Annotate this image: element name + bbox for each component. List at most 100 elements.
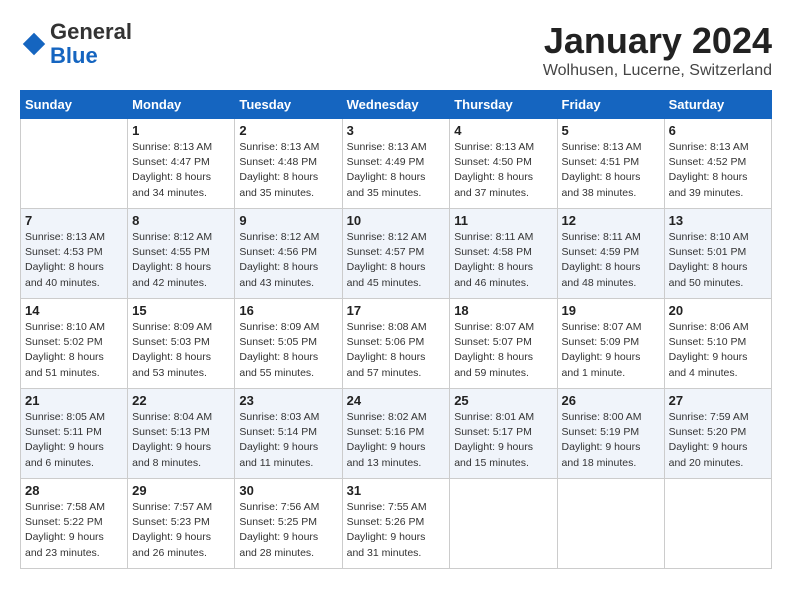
- day-number: 25: [454, 393, 552, 408]
- day-info: Sunrise: 8:13 AMSunset: 4:53 PMDaylight:…: [25, 230, 123, 291]
- day-info: Sunrise: 7:59 AMSunset: 5:20 PMDaylight:…: [669, 410, 767, 471]
- day-number: 2: [239, 123, 337, 138]
- day-number: 28: [25, 483, 123, 498]
- day-number: 6: [669, 123, 767, 138]
- day-info: Sunrise: 8:13 AMSunset: 4:49 PMDaylight:…: [347, 140, 446, 201]
- day-number: 17: [347, 303, 446, 318]
- weekday-header-wednesday: Wednesday: [342, 91, 450, 119]
- day-info: Sunrise: 8:09 AMSunset: 5:05 PMDaylight:…: [239, 320, 337, 381]
- calendar-day-cell: 9 Sunrise: 8:12 AMSunset: 4:56 PMDaylight…: [235, 209, 342, 299]
- day-number: 15: [132, 303, 230, 318]
- calendar-day-cell: 8 Sunrise: 8:12 AMSunset: 4:55 PMDaylight…: [128, 209, 235, 299]
- day-number: 21: [25, 393, 123, 408]
- day-number: 30: [239, 483, 337, 498]
- day-number: 24: [347, 393, 446, 408]
- day-number: 1: [132, 123, 230, 138]
- day-number: 23: [239, 393, 337, 408]
- day-info: Sunrise: 7:55 AMSunset: 5:26 PMDaylight:…: [347, 500, 446, 561]
- calendar-day-cell: [21, 119, 128, 209]
- day-number: 31: [347, 483, 446, 498]
- day-info: Sunrise: 8:05 AMSunset: 5:11 PMDaylight:…: [25, 410, 123, 471]
- day-number: 16: [239, 303, 337, 318]
- title-block: January 2024 Wolhusen, Lucerne, Switzerl…: [543, 20, 772, 80]
- day-info: Sunrise: 8:12 AMSunset: 4:56 PMDaylight:…: [239, 230, 337, 291]
- day-number: 12: [562, 213, 660, 228]
- weekday-header-saturday: Saturday: [664, 91, 771, 119]
- day-info: Sunrise: 8:13 AMSunset: 4:50 PMDaylight:…: [454, 140, 552, 201]
- day-info: Sunrise: 8:02 AMSunset: 5:16 PMDaylight:…: [347, 410, 446, 471]
- calendar-day-cell: 4 Sunrise: 8:13 AMSunset: 4:50 PMDaylight…: [450, 119, 557, 209]
- day-number: 5: [562, 123, 660, 138]
- calendar-day-cell: [450, 479, 557, 569]
- calendar-day-cell: 22Sunrise: 8:04 AMSunset: 5:13 PMDayligh…: [128, 389, 235, 479]
- logo-general: General: [50, 19, 132, 44]
- calendar-table: SundayMondayTuesdayWednesdayThursdayFrid…: [20, 90, 772, 569]
- weekday-header-tuesday: Tuesday: [235, 91, 342, 119]
- day-number: 13: [669, 213, 767, 228]
- day-info: Sunrise: 8:12 AMSunset: 4:55 PMDaylight:…: [132, 230, 230, 291]
- weekday-header-friday: Friday: [557, 91, 664, 119]
- day-info: Sunrise: 8:13 AMSunset: 4:52 PMDaylight:…: [669, 140, 767, 201]
- day-info: Sunrise: 8:10 AMSunset: 5:02 PMDaylight:…: [25, 320, 123, 381]
- calendar-day-cell: 1 Sunrise: 8:13 AMSunset: 4:47 PMDaylight…: [128, 119, 235, 209]
- calendar-day-cell: 15 Sunrise: 8:09 AMSunset: 5:03 PMDayligh…: [128, 299, 235, 389]
- day-number: 4: [454, 123, 552, 138]
- calendar-day-cell: 21 Sunrise: 8:05 AMSunset: 5:11 PMDayligh…: [21, 389, 128, 479]
- logo: General Blue: [20, 20, 132, 68]
- calendar-week-row: 14Sunrise: 8:10 AMSunset: 5:02 PMDayligh…: [21, 299, 772, 389]
- calendar-day-cell: 26 Sunrise: 8:00 AMSunset: 5:19 PMDayligh…: [557, 389, 664, 479]
- day-info: Sunrise: 8:00 AMSunset: 5:19 PMDaylight:…: [562, 410, 660, 471]
- day-info: Sunrise: 8:09 AMSunset: 5:03 PMDaylight:…: [132, 320, 230, 381]
- calendar-day-cell: 2Sunrise: 8:13 AMSunset: 4:48 PMDaylight…: [235, 119, 342, 209]
- day-number: 9: [239, 213, 337, 228]
- day-info: Sunrise: 8:01 AMSunset: 5:17 PMDaylight:…: [454, 410, 552, 471]
- day-number: 29: [132, 483, 230, 498]
- day-number: 3: [347, 123, 446, 138]
- calendar-day-cell: 3 Sunrise: 8:13 AMSunset: 4:49 PMDaylight…: [342, 119, 450, 209]
- calendar-day-cell: 31 Sunrise: 7:55 AMSunset: 5:26 PMDayligh…: [342, 479, 450, 569]
- logo-text: General Blue: [50, 20, 132, 68]
- calendar-day-cell: 27 Sunrise: 7:59 AMSunset: 5:20 PMDayligh…: [664, 389, 771, 479]
- calendar-day-cell: 12 Sunrise: 8:11 AMSunset: 4:59 PMDayligh…: [557, 209, 664, 299]
- day-number: 18: [454, 303, 552, 318]
- day-info: Sunrise: 7:57 AMSunset: 5:23 PMDaylight:…: [132, 500, 230, 561]
- day-number: 22: [132, 393, 230, 408]
- calendar-day-cell: 20Sunrise: 8:06 AMSunset: 5:10 PMDayligh…: [664, 299, 771, 389]
- day-number: 19: [562, 303, 660, 318]
- day-number: 8: [132, 213, 230, 228]
- weekday-header-row: SundayMondayTuesdayWednesdayThursdayFrid…: [21, 91, 772, 119]
- calendar-day-cell: 6 Sunrise: 8:13 AMSunset: 4:52 PMDaylight…: [664, 119, 771, 209]
- calendar-day-cell: 13 Sunrise: 8:10 AMSunset: 5:01 PMDayligh…: [664, 209, 771, 299]
- weekday-header-monday: Monday: [128, 91, 235, 119]
- calendar-day-cell: 11Sunrise: 8:11 AMSunset: 4:58 PMDayligh…: [450, 209, 557, 299]
- day-info: Sunrise: 8:07 AMSunset: 5:09 PMDaylight:…: [562, 320, 660, 381]
- day-info: Sunrise: 7:58 AMSunset: 5:22 PMDaylight:…: [25, 500, 123, 561]
- weekday-header-thursday: Thursday: [450, 91, 557, 119]
- day-number: 27: [669, 393, 767, 408]
- day-number: 26: [562, 393, 660, 408]
- calendar-day-cell: 5Sunrise: 8:13 AMSunset: 4:51 PMDaylight…: [557, 119, 664, 209]
- calendar-title: January 2024: [543, 20, 772, 62]
- calendar-day-cell: 25 Sunrise: 8:01 AMSunset: 5:17 PMDayligh…: [450, 389, 557, 479]
- calendar-subtitle: Wolhusen, Lucerne, Switzerland: [543, 62, 772, 80]
- calendar-day-cell: 29 Sunrise: 7:57 AMSunset: 5:23 PMDayligh…: [128, 479, 235, 569]
- day-number: 20: [669, 303, 767, 318]
- calendar-day-cell: [664, 479, 771, 569]
- day-info: Sunrise: 8:13 AMSunset: 4:47 PMDaylight:…: [132, 140, 230, 201]
- calendar-day-cell: 17Sunrise: 8:08 AMSunset: 5:06 PMDayligh…: [342, 299, 450, 389]
- weekday-header-sunday: Sunday: [21, 91, 128, 119]
- calendar-day-cell: 18Sunrise: 8:07 AMSunset: 5:07 PMDayligh…: [450, 299, 557, 389]
- day-number: 11: [454, 213, 552, 228]
- logo-blue: Blue: [50, 43, 98, 68]
- logo-icon: [20, 30, 48, 58]
- page-header: General Blue January 2024 Wolhusen, Luce…: [20, 20, 772, 80]
- calendar-day-cell: 7Sunrise: 8:13 AMSunset: 4:53 PMDaylight…: [21, 209, 128, 299]
- calendar-day-cell: 23Sunrise: 8:03 AMSunset: 5:14 PMDayligh…: [235, 389, 342, 479]
- calendar-day-cell: 16 Sunrise: 8:09 AMSunset: 5:05 PMDayligh…: [235, 299, 342, 389]
- calendar-day-cell: 10Sunrise: 8:12 AMSunset: 4:57 PMDayligh…: [342, 209, 450, 299]
- day-number: 10: [347, 213, 446, 228]
- day-info: Sunrise: 8:10 AMSunset: 5:01 PMDaylight:…: [669, 230, 767, 291]
- calendar-week-row: 21 Sunrise: 8:05 AMSunset: 5:11 PMDayligh…: [21, 389, 772, 479]
- day-info: Sunrise: 8:11 AMSunset: 4:59 PMDaylight:…: [562, 230, 660, 291]
- calendar-day-cell: [557, 479, 664, 569]
